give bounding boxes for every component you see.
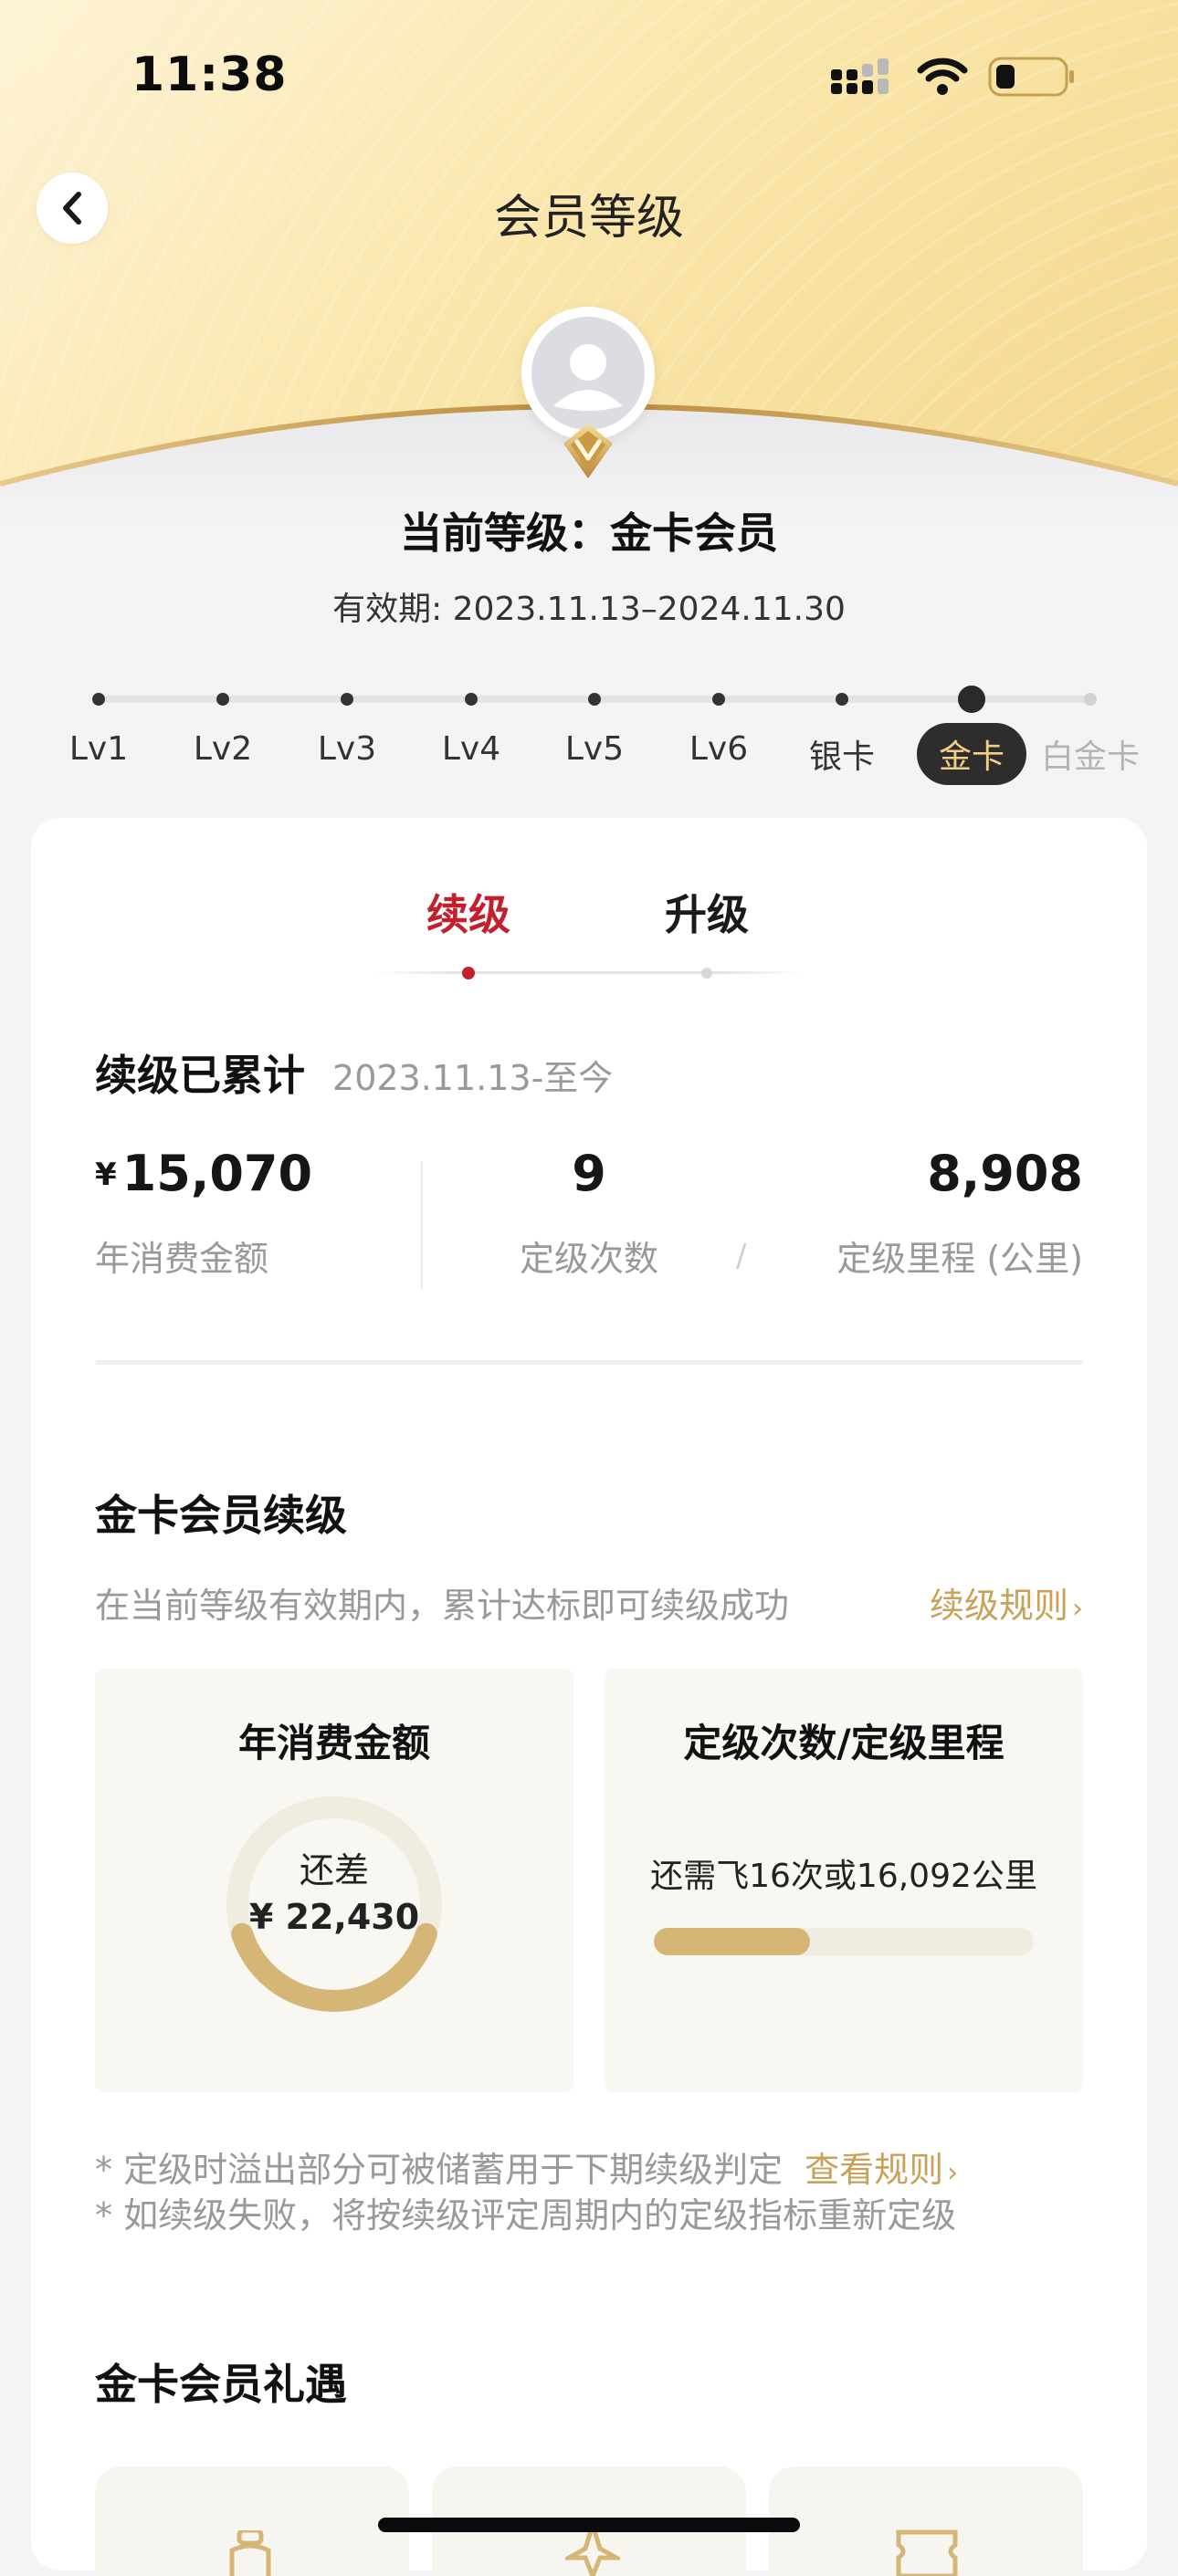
validity-period: 有效期: 2023.11.13–2024.11.30 — [332, 591, 846, 628]
tab-track — [376, 971, 804, 974]
stat-divider — [421, 1161, 423, 1289]
level-dot-9 — [1084, 693, 1097, 706]
level-label-3[interactable]: Lv3 — [318, 730, 376, 768]
level-label-1[interactable]: Lv1 — [69, 730, 128, 768]
section-divider — [95, 1360, 1083, 1365]
home-indicator[interactable] — [378, 2518, 800, 2532]
level-label-7[interactable]: 银卡 — [809, 730, 875, 778]
spend-amount: 15,070 — [121, 1145, 313, 1202]
note-line-1: * 定级时溢出部分可被储蓄用于下期续级判定 查看规则 › — [95, 2141, 958, 2192]
ring-remaining-value: ¥ 22,430 — [248, 1897, 420, 1937]
benefits-title: 金卡会员礼遇 — [95, 2360, 347, 2409]
cellular-icon — [831, 58, 889, 94]
current-level: 当前等级：金卡会员 — [400, 508, 778, 558]
flight-card-title: 定级次数/定级里程 — [683, 1721, 1004, 1765]
mileage-label: 定级里程 (公里) — [836, 1239, 1083, 1279]
avatar[interactable] — [521, 307, 655, 440]
level-label-9[interactable]: 白金卡 — [1041, 730, 1140, 778]
wifi-icon — [917, 58, 968, 95]
status-icons — [831, 57, 1076, 97]
flight-card-text: 还需飞16次或16,092公里 — [650, 1858, 1037, 1895]
stat-separator: / — [736, 1238, 747, 1274]
ring-remaining-label: 还差 — [299, 1850, 370, 1890]
avatar-icon — [531, 317, 645, 430]
level-dot-5 — [588, 693, 601, 706]
benefit-item[interactable] — [769, 2466, 1083, 2576]
ring-progress-arc — [231, 1922, 437, 2012]
renewal-rules-link[interactable]: 续级规则 › — [930, 1577, 1083, 1628]
view-rules-link[interactable]: 查看规则 › — [805, 2150, 958, 2190]
tab-upgrade[interactable]: 升级 — [665, 882, 749, 942]
currency-symbol: ¥ — [95, 1157, 117, 1193]
renewal-rules-text: 续级规则 — [929, 1586, 1068, 1626]
level-dot-1 — [92, 693, 105, 706]
flights-value: 9 — [572, 1145, 606, 1202]
note-line-2: * 如续级失败，将按续级评定周期内的定级指标重新定级 — [95, 2195, 957, 2236]
level-dot-7 — [836, 693, 848, 706]
page-title: 会员等级 — [493, 191, 684, 246]
tab-renew[interactable]: 续级 — [426, 882, 510, 942]
level-dot-3 — [341, 693, 353, 706]
level-dot-4 — [465, 693, 478, 706]
accumulated-title: 续级已累计 2023.11.13-至今 — [95, 1042, 613, 1103]
level-dot-6 — [712, 693, 725, 706]
level-label-5[interactable]: Lv5 — [565, 730, 624, 768]
renewal-title: 金卡会员续级 — [95, 1491, 347, 1540]
accumulated-since: 2023.11.13-至今 — [332, 1058, 614, 1098]
tab-indicator-inactive — [701, 968, 712, 979]
spend-label: 年消费金额 — [95, 1239, 269, 1279]
level-dot-8 — [958, 686, 985, 713]
spend-value: ¥15,070 — [95, 1145, 312, 1202]
tab-indicator-active — [462, 967, 475, 979]
level-dot-2 — [216, 693, 229, 706]
chevron-right-icon: › — [947, 2157, 959, 2189]
flights-label: 定级次数 — [519, 1239, 659, 1279]
accumulated-title-text: 续级已累计 — [95, 1051, 305, 1100]
spend-card-title: 年消费金额 — [237, 1721, 430, 1765]
benefit-ticket-icon — [896, 2529, 958, 2576]
gold-badge-icon — [563, 424, 613, 478]
flight-progress-fill — [654, 1928, 810, 1955]
benefit-bottle-icon — [229, 2530, 271, 2576]
status-bar: 11:38 — [0, 0, 1178, 155]
chevron-right-icon: › — [1072, 1593, 1083, 1625]
level-label-2[interactable]: Lv2 — [194, 730, 252, 768]
battery-icon — [988, 57, 1074, 97]
level-label-6[interactable]: Lv6 — [689, 730, 748, 768]
level-label-8[interactable]: 金卡 — [916, 723, 1027, 785]
mileage-value: 8,908 — [927, 1145, 1083, 1202]
flight-progress-bar — [654, 1928, 1034, 1955]
level-label-4[interactable]: Lv4 — [442, 730, 500, 768]
benefit-item[interactable] — [95, 2466, 409, 2576]
note-1-text: * 定级时溢出部分可被储蓄用于下期续级判定 — [95, 2150, 784, 2190]
status-time: 11:38 — [131, 47, 288, 102]
renewal-desc: 在当前等级有效期内，累计达标即可续级成功 — [95, 1586, 790, 1626]
view-rules-text: 查看规则 — [805, 2150, 944, 2190]
